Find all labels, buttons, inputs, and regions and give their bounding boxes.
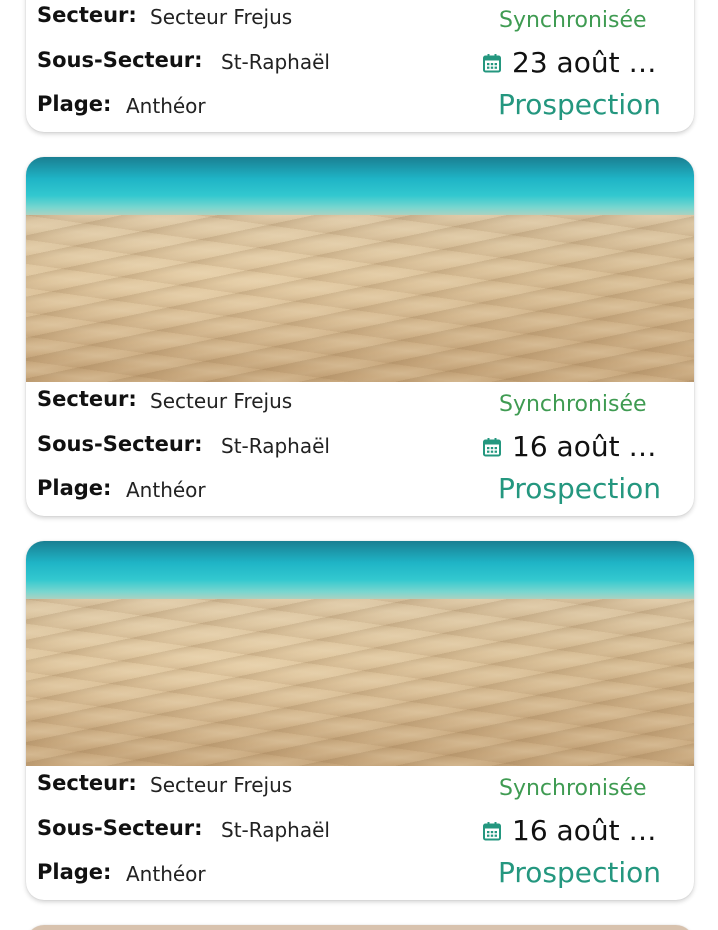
sync-status: Synchronisée — [499, 8, 647, 33]
secteur-label: Secteur: — [37, 3, 137, 27]
sous-secteur-label: Sous-Secteur: — [37, 816, 203, 840]
activity-type: Prospection — [498, 856, 662, 889]
secteur-label: Secteur: — [37, 771, 137, 795]
card-details: Secteur: Secteur Frejus Synchronisée Sou… — [26, 382, 694, 516]
observation-feed[interactable]: Secteur: Secteur Frejus Synchronisée Sou… — [0, 0, 718, 930]
card-details: Secteur: Secteur Frejus Synchronisée Sou… — [26, 766, 694, 900]
plage-value: Anthéor — [126, 478, 206, 502]
date-row: 16 août 2... — [482, 430, 672, 463]
sea-layer — [26, 541, 694, 603]
observation-card[interactable]: Secteur: Secteur Frejus Synchronisée Sou… — [26, 541, 694, 900]
activity-type: Prospection — [498, 472, 662, 505]
sous-secteur-label: Sous-Secteur: — [37, 48, 203, 72]
observation-card[interactable]: Secteur: Secteur Frejus Synchronisée Sou… — [26, 157, 694, 516]
plage-label: Plage: — [37, 92, 112, 116]
sync-status: Synchronisée — [499, 776, 647, 801]
calendar-icon — [483, 437, 501, 456]
sous-secteur-label: Sous-Secteur: — [37, 432, 203, 456]
sous-secteur-value: St-Raphaël — [221, 434, 330, 458]
sous-secteur-value: St-Raphaël — [221, 818, 330, 842]
date-row: 23 août 2... — [482, 46, 672, 79]
observation-card[interactable]: Secteur: Secteur Frejus Synchronisée Sou… — [26, 0, 694, 132]
sea-layer — [26, 157, 694, 219]
plage-value: Anthéor — [126, 94, 206, 118]
beach-sand-photo — [26, 925, 694, 930]
observation-date: 23 août 2... — [512, 46, 672, 79]
calendar-icon — [483, 53, 501, 72]
observation-date: 16 août 2... — [512, 814, 672, 847]
sand-layer — [26, 599, 694, 766]
calendar-icon — [483, 821, 501, 840]
sand-layer — [26, 215, 694, 382]
date-row: 16 août 2... — [482, 814, 672, 847]
activity-type: Prospection — [498, 88, 662, 121]
beach-sand-photo — [26, 541, 694, 766]
plage-label: Plage: — [37, 476, 112, 500]
secteur-label: Secteur: — [37, 387, 137, 411]
observation-card[interactable] — [26, 925, 694, 930]
plage-label: Plage: — [37, 860, 112, 884]
sync-status: Synchronisée — [499, 392, 647, 417]
sous-secteur-value: St-Raphaël — [221, 50, 330, 74]
secteur-value: Secteur Frejus — [150, 773, 293, 797]
observation-date: 16 août 2... — [512, 430, 672, 463]
card-details: Secteur: Secteur Frejus Synchronisée Sou… — [26, 0, 694, 132]
beach-sand-photo — [26, 157, 694, 382]
secteur-value: Secteur Frejus — [150, 389, 293, 413]
secteur-value: Secteur Frejus — [150, 5, 293, 29]
plage-value: Anthéor — [126, 862, 206, 886]
